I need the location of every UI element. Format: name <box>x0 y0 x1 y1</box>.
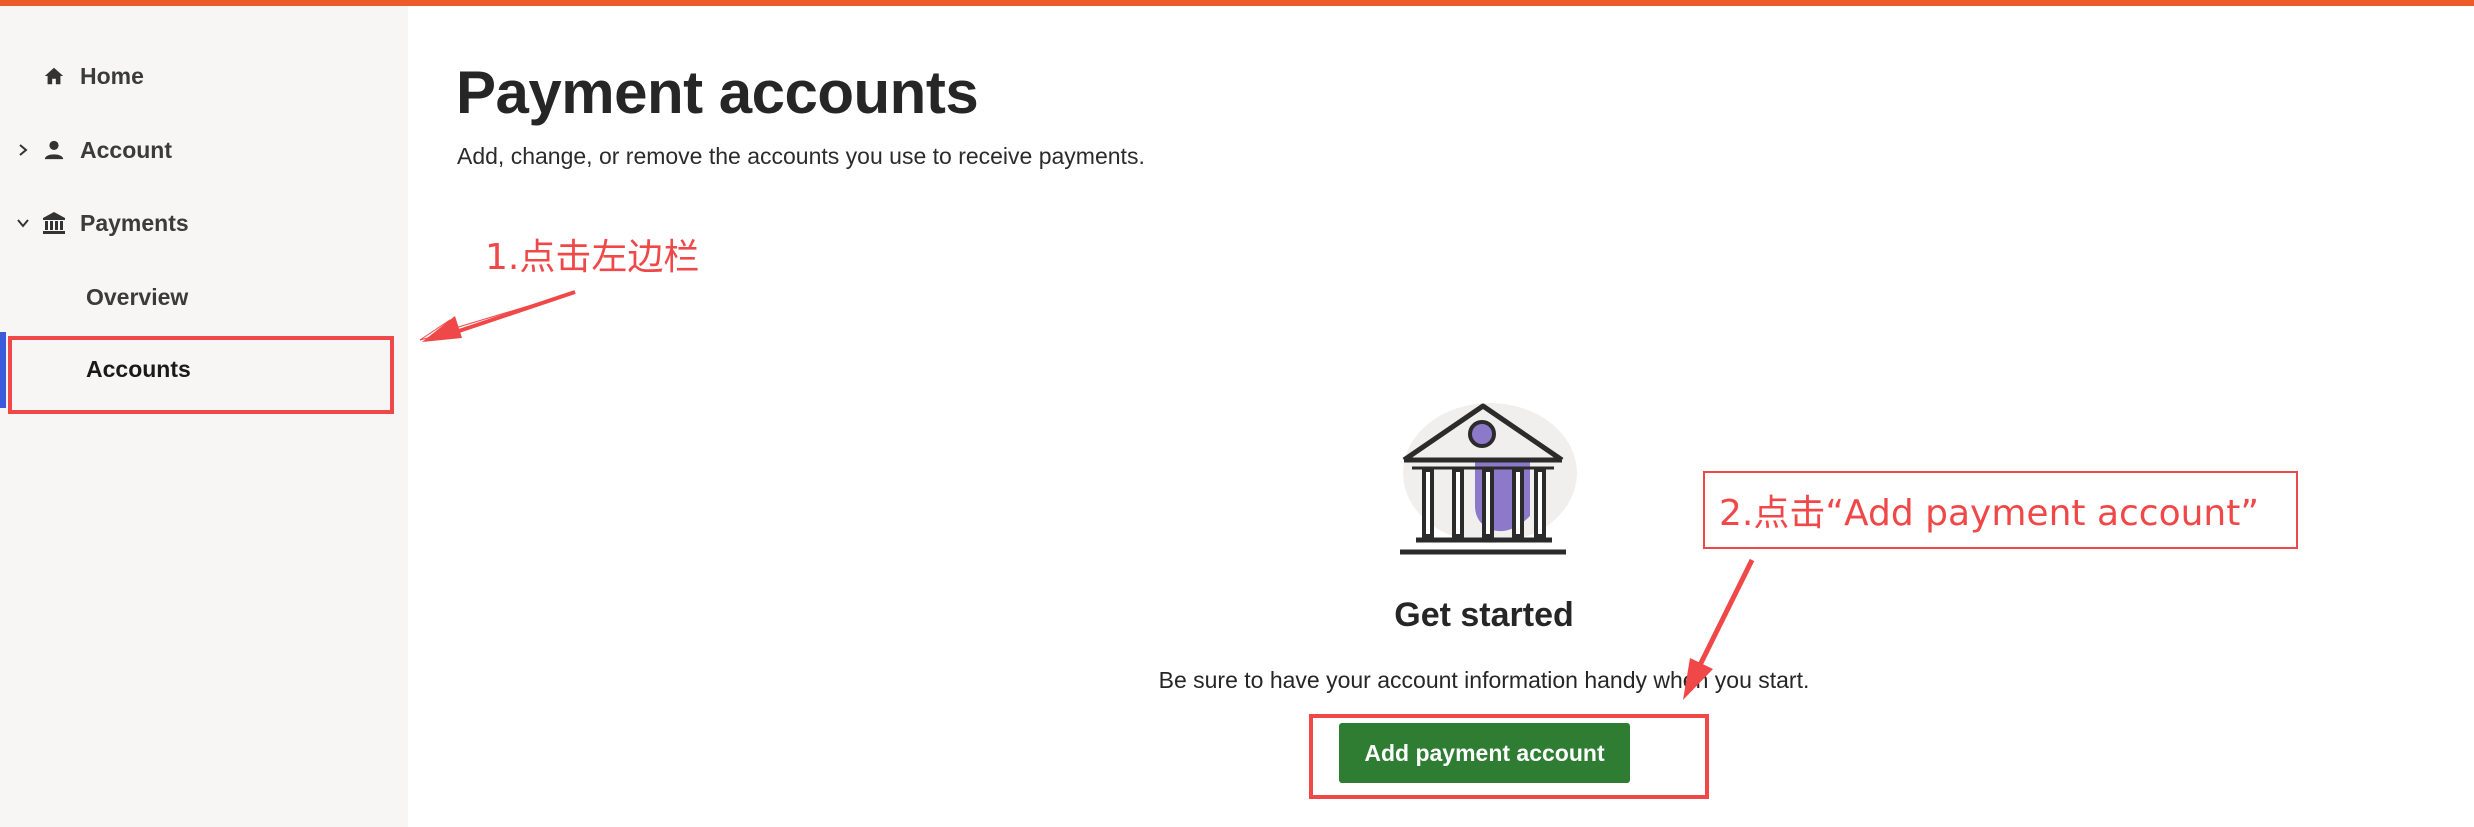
sidebar-item-home[interactable]: Home <box>0 48 408 104</box>
bank-illustration <box>1390 398 1580 563</box>
sidebar: Home Account Payments Overview Accounts <box>0 6 408 827</box>
sidebar-item-overview[interactable]: Overview <box>0 269 408 325</box>
sidebar-item-label: Payments <box>80 209 189 236</box>
annotation-step2-callout: 2.点击“Add payment account” <box>1703 471 2298 549</box>
sidebar-item-account[interactable]: Account <box>0 122 408 178</box>
sidebar-item-payments[interactable]: Payments <box>0 195 408 251</box>
add-payment-account-button[interactable]: Add payment account <box>1339 723 1630 783</box>
sidebar-item-label: Accounts <box>86 355 191 382</box>
home-icon <box>42 64 66 88</box>
chevron-right-icon[interactable] <box>14 141 32 159</box>
bank-icon <box>42 211 66 235</box>
page-title: Payment accounts <box>456 59 979 126</box>
empty-state-title: Get started <box>1394 596 1574 634</box>
page-subtitle: Add, change, or remove the accounts you … <box>457 143 1145 169</box>
annotation-step2-text: 2.点击“Add payment account” <box>1719 493 2260 534</box>
annotation-step1-text: 1.点击左边栏 <box>485 237 700 278</box>
sidebar-item-label: Overview <box>86 283 189 310</box>
sidebar-item-label: Account <box>80 136 172 163</box>
chevron-down-icon[interactable] <box>14 214 32 232</box>
person-icon <box>42 138 66 162</box>
sidebar-item-label: Home <box>80 62 144 89</box>
empty-state-text: Be sure to have your account information… <box>1158 667 1810 693</box>
sidebar-item-accounts[interactable]: Accounts <box>0 341 408 397</box>
